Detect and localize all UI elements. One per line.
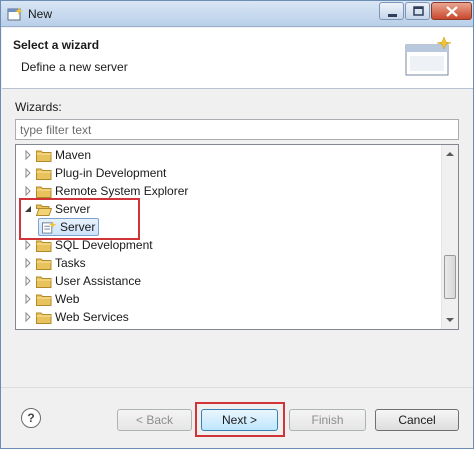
window-title: New	[28, 7, 53, 21]
expand-arrow-icon[interactable]	[22, 236, 36, 254]
scroll-up-icon[interactable]	[442, 146, 458, 162]
maximize-button[interactable]	[405, 2, 430, 20]
new-wizard-graphic-icon	[405, 36, 452, 76]
expand-arrow-icon[interactable]	[22, 254, 36, 272]
folder-icon	[36, 186, 52, 198]
folder-icon	[36, 294, 52, 306]
close-button[interactable]	[431, 2, 472, 20]
folder-icon	[36, 258, 52, 270]
close-icon	[446, 6, 458, 17]
header-description: Define a new server	[21, 60, 128, 74]
wizard-header: Select a wizard Define a new server	[2, 28, 473, 89]
folder-icon	[36, 312, 52, 324]
footer-divider	[1, 387, 473, 388]
tree-item-label: SQL Development	[55, 238, 153, 252]
tree-item-web[interactable]: Web	[22, 290, 79, 308]
filter-input[interactable]	[15, 119, 459, 140]
tree-item-label: Server	[60, 220, 96, 234]
expand-arrow-icon[interactable]	[22, 146, 36, 164]
tree-item-web-services[interactable]: Web Services	[22, 308, 129, 326]
tree-item-sql-development[interactable]: SQL Development	[22, 236, 153, 254]
title-bar[interactable]: New	[1, 1, 473, 27]
wizard-tree[interactable]: Maven Plug-in Development Remote System …	[15, 144, 459, 330]
maximize-icon	[413, 6, 424, 16]
tree-item-server[interactable]: Server	[22, 200, 90, 218]
tree-item-label: Web	[55, 292, 80, 306]
wizards-label: Wizards:	[15, 100, 62, 114]
expand-arrow-icon[interactable]	[22, 308, 36, 326]
collapse-arrow-icon[interactable]	[22, 200, 36, 218]
minimize-icon	[388, 14, 397, 17]
expand-arrow-icon[interactable]	[22, 182, 36, 200]
tree-item-tasks[interactable]: Tasks	[22, 254, 86, 272]
expand-arrow-icon[interactable]	[22, 164, 36, 182]
server-wizard-icon	[42, 220, 57, 234]
tree-item-server-wizard[interactable]: Server	[38, 218, 100, 236]
folder-icon	[36, 150, 52, 162]
expand-arrow-icon[interactable]	[22, 272, 36, 290]
scroll-thumb[interactable]	[444, 255, 456, 299]
help-button[interactable]: ?	[21, 408, 41, 428]
folder-icon	[36, 240, 52, 252]
tree-item-label: Tasks	[55, 256, 86, 270]
tree-item-label: User Assistance	[55, 274, 142, 288]
tree-item-label: Maven	[55, 148, 92, 162]
folder-icon	[36, 276, 52, 288]
cancel-button[interactable]: Cancel	[375, 409, 459, 431]
tree-item-label: Plug-in Development	[55, 166, 167, 180]
tree-scrollbar[interactable]	[441, 145, 458, 329]
expand-arrow-icon[interactable]	[22, 290, 36, 308]
folder-open-icon	[36, 204, 52, 216]
tree-item-label: Server	[55, 202, 91, 216]
back-button[interactable]: < Back	[117, 409, 192, 431]
tree-item-maven[interactable]: Maven	[22, 146, 91, 164]
finish-button[interactable]: Finish	[289, 409, 366, 431]
tree-item-remote-system-explorer[interactable]: Remote System Explorer	[22, 182, 188, 200]
scroll-down-icon[interactable]	[442, 312, 458, 328]
header-title: Select a wizard	[13, 38, 100, 52]
tree-item-plugin-development[interactable]: Plug-in Development	[22, 164, 166, 182]
tree-item-user-assistance[interactable]: User Assistance	[22, 272, 141, 290]
minimize-button[interactable]	[379, 2, 404, 20]
folder-icon	[36, 168, 52, 180]
app-icon	[7, 7, 23, 21]
new-wizard-dialog: New Select a wizard Define a new server …	[0, 0, 474, 449]
tree-item-label: Web Services	[55, 310, 129, 324]
tree-item-label: Remote System Explorer	[55, 184, 189, 198]
help-icon: ?	[27, 411, 35, 425]
next-button[interactable]: Next >	[201, 409, 278, 431]
